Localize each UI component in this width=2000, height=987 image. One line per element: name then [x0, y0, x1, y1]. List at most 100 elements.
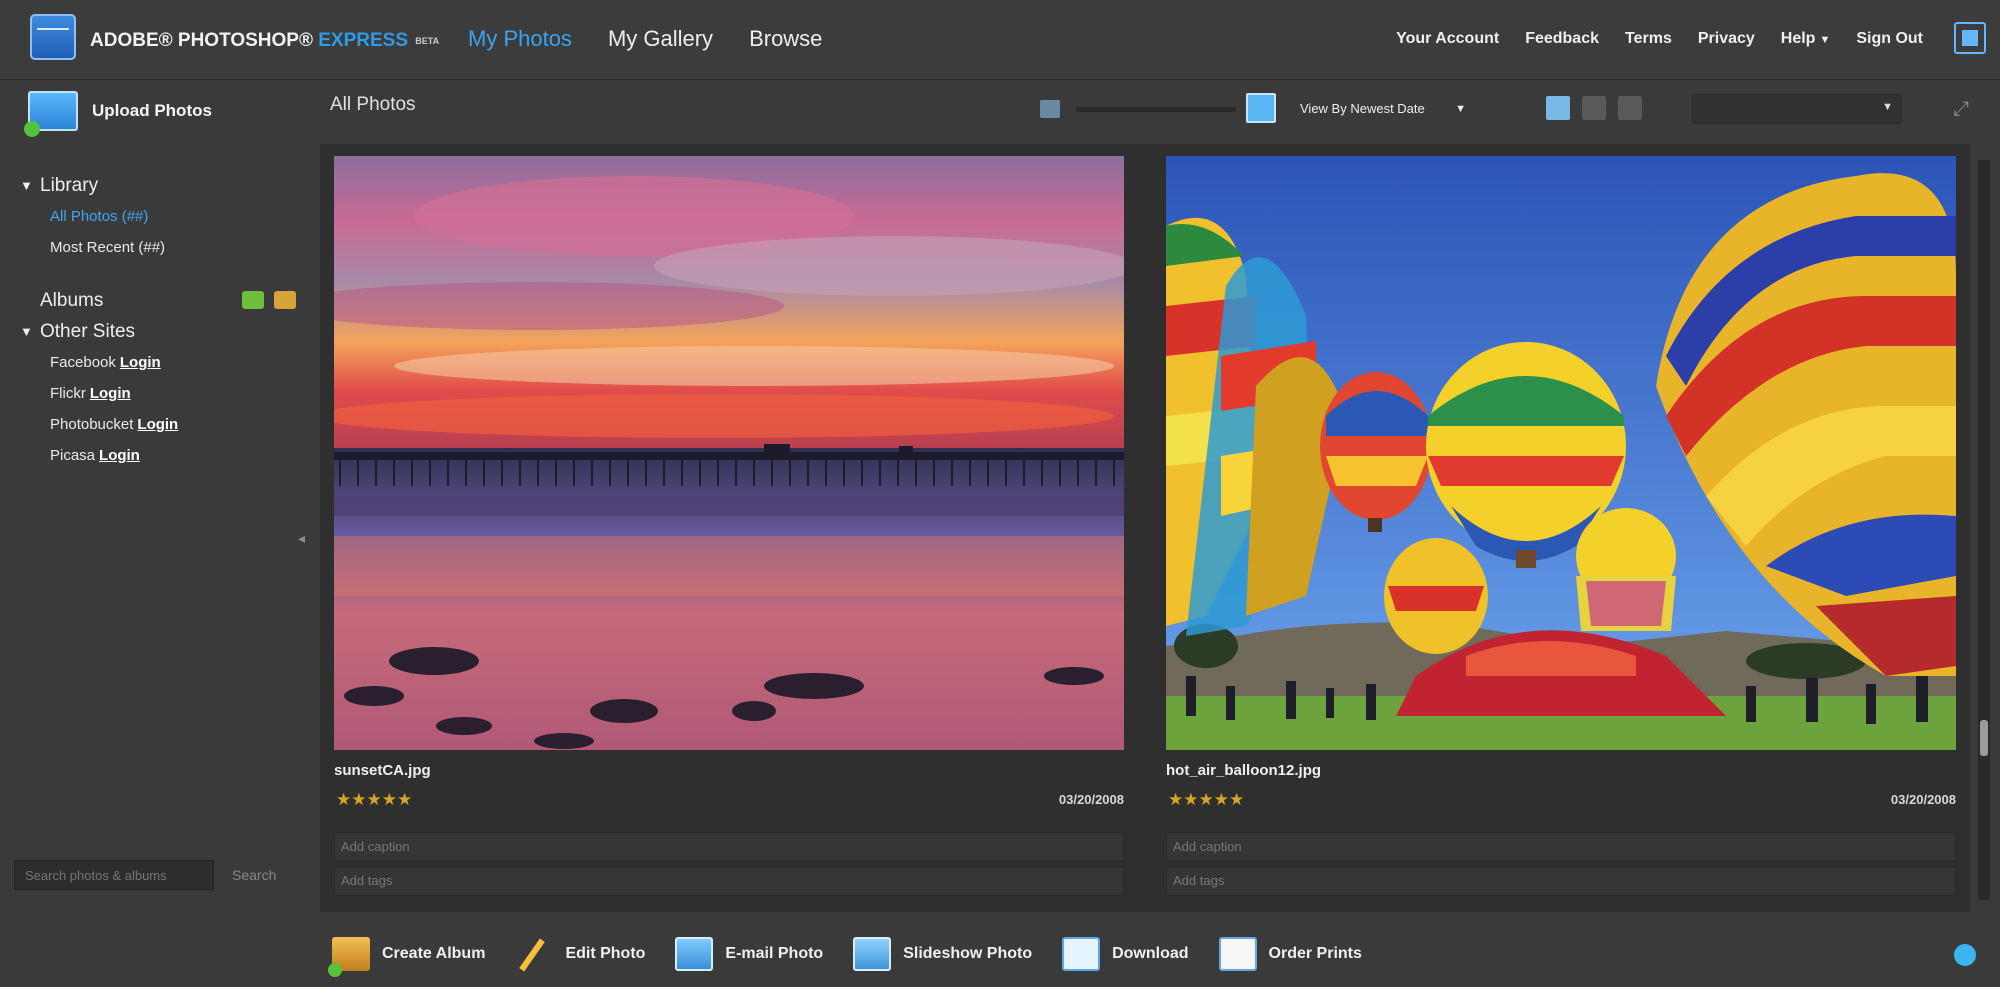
login-link[interactable]: Login [120, 354, 161, 371]
library-label: Library [40, 175, 99, 196]
action-label: Slideshow Photo [903, 945, 1033, 962]
albums-header[interactable]: Albums [18, 285, 308, 316]
new-album-icon[interactable] [242, 291, 264, 309]
action-label: Edit Photo [565, 945, 646, 962]
slideshow-button[interactable]: Slideshow Photo [853, 934, 1032, 974]
upload-photos-button[interactable]: Upload Photos [24, 88, 212, 137]
fullscreen-icon[interactable] [1954, 22, 1986, 54]
filter-dropdown[interactable]: ▼ [1692, 94, 1902, 124]
link-terms[interactable]: Terms [1612, 24, 1685, 54]
pencil-icon [515, 937, 553, 971]
album-folder-icon[interactable] [274, 291, 296, 309]
photo-filename[interactable]: sunsetCA.jpg [334, 762, 431, 779]
star-icon[interactable]: ★★★★★ [1168, 790, 1244, 810]
library-tree: ▼ Library All Photos (##) Most Recent (##… [18, 170, 308, 471]
chevron-down-icon: ▼ [1455, 103, 1466, 115]
create-album-button[interactable]: Create Album [328, 934, 485, 977]
link-help[interactable]: Help ▼ [1768, 24, 1844, 54]
nav-my-gallery[interactable]: My Gallery [590, 22, 731, 56]
main-nav: My Photos My Gallery Browse [450, 22, 840, 56]
left-sidebar: Upload Photos ▼ Library All Photos (##) M… [0, 80, 320, 920]
scrollbar-thumb[interactable] [1980, 720, 1988, 756]
photo-meta: sunsetCA.jpg ★★★★★ 03/20/2008 Add captio… [334, 750, 1124, 900]
site-name: Picasa [50, 447, 96, 464]
zoom-out-icon[interactable] [1040, 100, 1060, 118]
login-link[interactable]: Login [99, 447, 140, 464]
photo-date: 03/20/2008 [1890, 792, 1956, 807]
page-title: All Photos [330, 94, 416, 115]
sunset-pier-image [334, 156, 1124, 750]
expand-triangle-icon: ▼ [20, 324, 33, 339]
photo-card: hot_air_balloon12.jpg ★★★★★ 03/20/2008 A… [1166, 156, 1956, 900]
star-icon[interactable]: ★★★★★ [336, 790, 412, 810]
chevron-down-icon: ▼ [1882, 101, 1893, 113]
other-sites-header[interactable]: ▼ Other Sites [18, 316, 308, 347]
sort-dropdown[interactable]: View By Newest Date ▼ [1292, 95, 1472, 123]
caption-field[interactable]: Add caption [334, 832, 1124, 862]
sidebar-item-photobucket: Photobucket Login [18, 409, 308, 440]
link-feedback[interactable]: Feedback [1512, 24, 1612, 54]
albums-label: Albums [40, 290, 104, 311]
brand-name: ADOBE® PHOTOSHOP® [90, 30, 313, 51]
order-prints-button[interactable]: Order Prints [1218, 934, 1362, 974]
nav-browse[interactable]: Browse [731, 22, 840, 56]
action-list: Create Album Edit Photo E-mail Photo Sli… [328, 934, 1392, 977]
help-circle-icon[interactable] [1954, 944, 1976, 966]
scrollbar-track[interactable] [1978, 160, 1990, 900]
email-icon [675, 937, 714, 971]
caption-field[interactable]: Add caption [1166, 832, 1956, 862]
thumbnail-size-slider[interactable] [1076, 107, 1236, 112]
email-photo-button[interactable]: E-mail Photo [675, 934, 823, 974]
link-your-account[interactable]: Your Account [1383, 24, 1512, 54]
sort-value: View By Newest Date [1300, 101, 1425, 116]
photo-thumbnail-sunset[interactable] [334, 156, 1124, 750]
link-privacy[interactable]: Privacy [1685, 24, 1768, 54]
slider-fill [1076, 107, 1156, 112]
nav-my-photos[interactable]: My Photos [450, 22, 590, 56]
photo-thumbnail-balloons[interactable] [1166, 156, 1956, 750]
link-sign-out[interactable]: Sign Out [1843, 24, 1936, 54]
search-input[interactable] [14, 860, 214, 890]
logo-icon[interactable] [30, 14, 76, 60]
login-link[interactable]: Login [137, 416, 178, 433]
list-view-icon[interactable] [1582, 96, 1606, 120]
sidebar-item-flickr: Flickr Login [18, 378, 308, 409]
sidebar-item-most-recent[interactable]: Most Recent (##) [18, 232, 308, 263]
site-name: Facebook [50, 354, 116, 371]
library-header[interactable]: ▼ Library [18, 170, 308, 201]
chevron-down-icon: ▼ [1819, 34, 1831, 46]
download-button[interactable]: Download [1062, 934, 1189, 974]
upload-photos-label: Upload Photos [92, 101, 212, 120]
star-rating[interactable]: ★★★★★ [1168, 790, 1244, 810]
action-label: Order Prints [1268, 945, 1362, 962]
download-icon [1062, 937, 1101, 971]
detail-view-icon[interactable] [1618, 96, 1642, 120]
site-name: Photobucket [50, 416, 134, 433]
action-label: Download [1112, 945, 1189, 962]
brand-express: EXPRESS [318, 30, 408, 51]
photo-card: sunsetCA.jpg ★★★★★ 03/20/2008 Add captio… [334, 156, 1124, 900]
search-button[interactable]: Search [232, 860, 276, 890]
zoom-in-icon[interactable] [1246, 93, 1276, 123]
grid-view-icon[interactable] [1546, 96, 1570, 120]
tags-field[interactable]: Add tags [1166, 866, 1956, 896]
collapse-sidebar-icon[interactable]: ◂ [298, 530, 305, 547]
top-bar: ADOBE® PHOTOSHOP® EXPRESS BETA My Photos… [0, 0, 2000, 80]
photo-date: 03/20/2008 [1058, 792, 1124, 807]
photo-filename[interactable]: hot_air_balloon12.jpg [1166, 762, 1321, 779]
tags-field[interactable]: Add tags [334, 866, 1124, 896]
action-bar: Create Album Edit Photo E-mail Photo Sli… [320, 920, 2000, 987]
star-rating[interactable]: ★★★★★ [336, 790, 412, 810]
expand-triangle-icon: ▼ [20, 178, 33, 193]
login-link[interactable]: Login [90, 385, 131, 402]
upload-photos-icon [24, 91, 78, 137]
help-label: Help [1780, 30, 1816, 47]
popout-icon[interactable]: ⤢ [1948, 96, 1974, 122]
sidebar-item-all-photos[interactable]: All Photos (##) [18, 201, 308, 232]
edit-photo-button[interactable]: Edit Photo [515, 934, 645, 974]
other-sites-label: Other Sites [40, 321, 136, 342]
brand-title: ADOBE® PHOTOSHOP® EXPRESS BETA [90, 26, 439, 56]
site-name: Flickr [50, 385, 86, 402]
action-label: E-mail Photo [725, 945, 824, 962]
hot-air-balloons-image [1166, 156, 1956, 750]
